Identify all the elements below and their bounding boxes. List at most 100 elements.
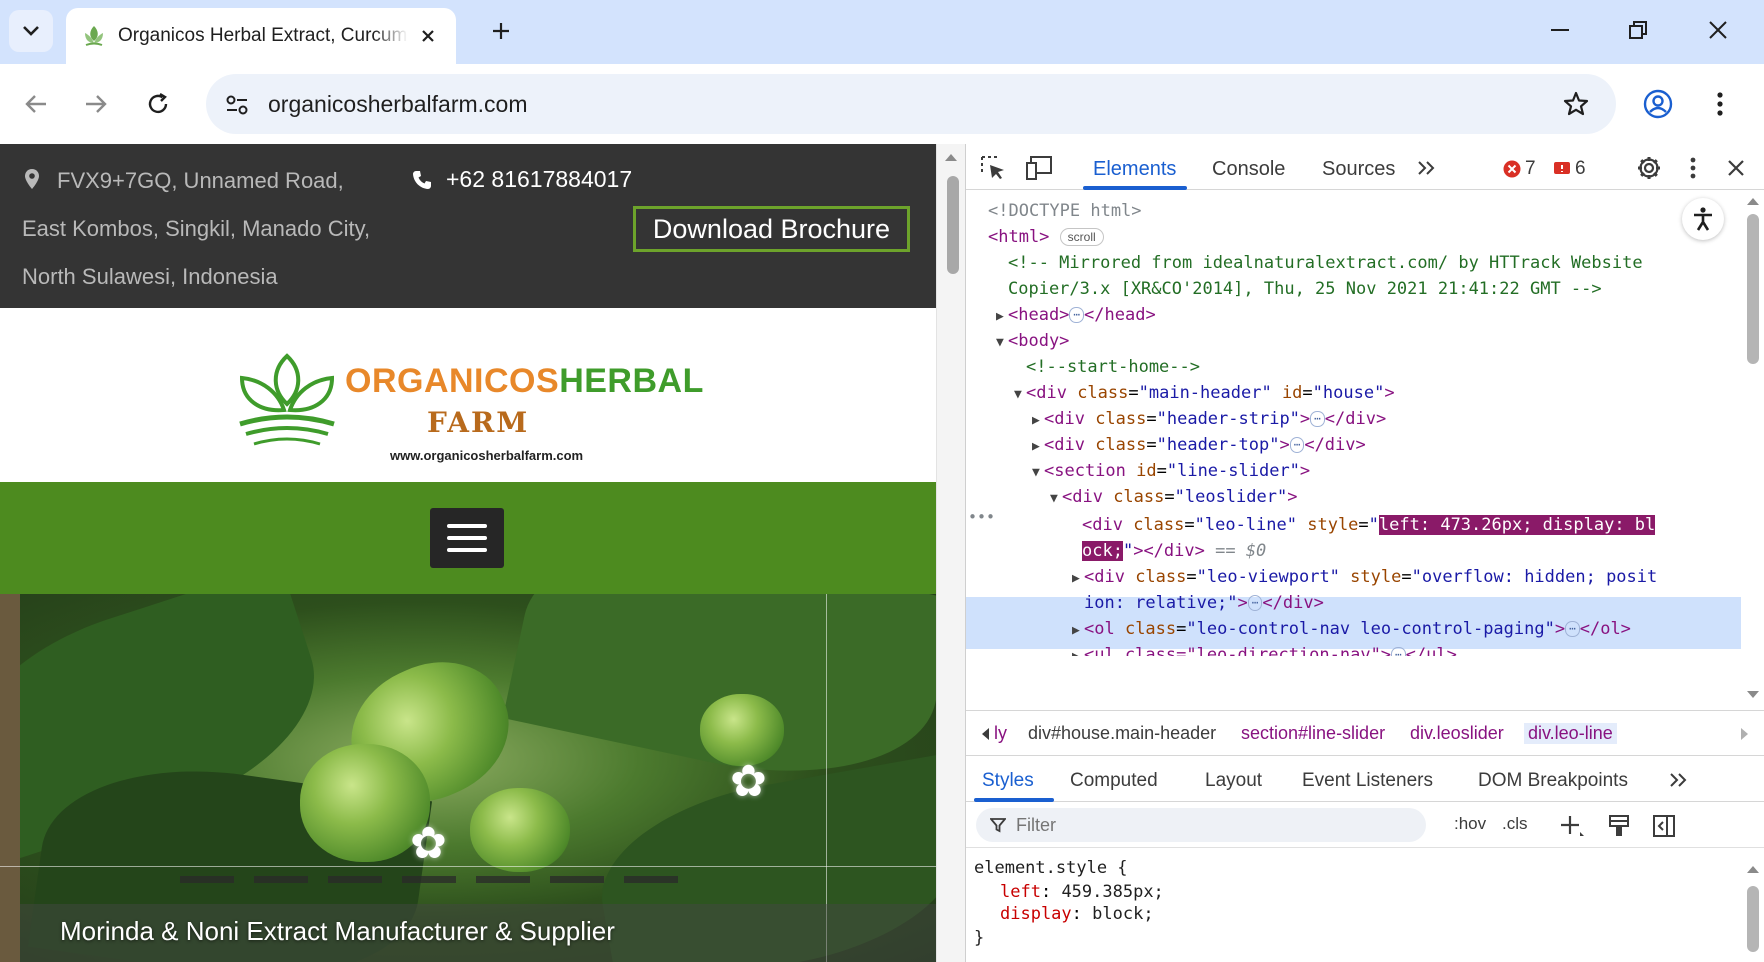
- issues-badge[interactable]: 6: [1553, 158, 1586, 180]
- breadcrumb-left-icon[interactable]: [980, 727, 990, 741]
- ellipsis-badge[interactable]: ⋯: [1069, 307, 1085, 323]
- phone-text[interactable]: +62 81617884017: [446, 166, 632, 193]
- node-actions-ellipsis[interactable]: •••: [968, 504, 995, 530]
- dom-header-strip-node[interactable]: ▶ <div class="header-strip"> ⋯ </div>: [1032, 406, 1386, 434]
- tab-close-icon[interactable]: [414, 22, 442, 50]
- reload-button[interactable]: [136, 82, 180, 126]
- expand-triangle-icon[interactable]: ▶: [996, 304, 1008, 330]
- dom-scroll-thumb[interactable]: [1747, 214, 1759, 364]
- device-toolbar-icon[interactable]: [1024, 153, 1054, 183]
- address-bar[interactable]: organicosherbalfarm.com: [206, 74, 1616, 134]
- close-window-button[interactable]: [1696, 10, 1740, 50]
- forward-button[interactable]: [74, 82, 118, 126]
- dom-header-top-node[interactable]: ▶ <div class="header-top"> ⋯ </div>: [1032, 432, 1366, 460]
- style-highlight[interactable]: left: 473.26px; display: bl: [1378, 515, 1656, 535]
- style-declaration[interactable]: left: 459.385px;: [1000, 880, 1164, 904]
- expand-triangle-icon[interactable]: ▶: [1072, 644, 1084, 656]
- url-text[interactable]: organicosherbalfarm.com: [268, 91, 528, 118]
- collapse-triangle-icon[interactable]: ▼: [1032, 460, 1044, 486]
- more-tabs-icon[interactable]: [1412, 153, 1442, 183]
- slider-dot[interactable]: [550, 876, 604, 883]
- paint-brush-icon[interactable]: [1608, 814, 1630, 838]
- expand-triangle-icon[interactable]: ▶: [1072, 618, 1084, 644]
- dom-head-node[interactable]: ▶ <head> ⋯ </head>: [996, 302, 1156, 330]
- inspect-element-icon[interactable]: [978, 153, 1008, 183]
- slider-dot[interactable]: [402, 876, 456, 883]
- slider-dot[interactable]: [254, 876, 308, 883]
- dom-leoslider-node[interactable]: ▼ <div class="leoslider">: [1050, 484, 1297, 512]
- ellipsis-badge[interactable]: ⋯: [1247, 595, 1263, 611]
- phone-number[interactable]: +62 81617884017: [412, 166, 632, 193]
- ellipsis-badge[interactable]: ⋯: [1565, 621, 1580, 637]
- scroll-down-icon[interactable]: [1746, 690, 1760, 700]
- dom-tree[interactable]: <!DOCTYPE html> <html> scroll <!-- Mirro…: [966, 190, 1741, 710]
- dom-html-node[interactable]: <html> scroll: [988, 224, 1104, 250]
- style-selector[interactable]: element.style {: [974, 856, 1128, 880]
- expand-triangle-icon[interactable]: ▶: [1032, 434, 1044, 460]
- tab-search-button[interactable]: [9, 10, 53, 52]
- devtools-settings-icon[interactable]: [1634, 153, 1664, 183]
- devtools-menu-icon[interactable]: [1678, 153, 1708, 183]
- dom-leo-line-node[interactable]: <div class="leo-line" style="left: 473.2…: [1082, 512, 1656, 538]
- breadcrumb-item[interactable]: ly: [994, 723, 1007, 744]
- dom-comment-line[interactable]: <!-- Mirrored from idealnaturalextract.c…: [1008, 250, 1643, 276]
- accessibility-tree-button[interactable]: [1682, 198, 1724, 240]
- page-scrollbar[interactable]: [936, 144, 965, 962]
- slider-dot[interactable]: [180, 876, 234, 883]
- dom-leo-line-cont[interactable]: ock;"></div> == $0: [1082, 538, 1266, 564]
- more-subtabs-icon[interactable]: [1669, 772, 1689, 788]
- breadcrumb-item[interactable]: div.leoslider: [1410, 723, 1504, 744]
- slider-dot[interactable]: [624, 876, 678, 883]
- hov-toggle[interactable]: :hov: [1454, 814, 1486, 834]
- collapse-triangle-icon[interactable]: ▼: [1014, 382, 1026, 408]
- style-declaration[interactable]: display: block;: [1000, 902, 1154, 926]
- slider-dot[interactable]: [328, 876, 382, 883]
- collapse-triangle-icon[interactable]: ▼: [996, 330, 1008, 356]
- profile-button[interactable]: [1636, 82, 1680, 126]
- scroll-up-icon[interactable]: [1746, 864, 1760, 874]
- dom-control-nav-node[interactable]: ▶ <ol class="leo-control-nav leo-control-…: [1072, 616, 1631, 644]
- ellipsis-badge[interactable]: ⋯: [1310, 411, 1325, 427]
- tab-elements[interactable]: Elements: [1093, 158, 1176, 181]
- hero-slider[interactable]: ✿ ✿ Morinda & Noni Extract Manufacturer …: [0, 594, 936, 962]
- collapse-triangle-icon[interactable]: ▼: [1050, 486, 1062, 512]
- slider-dot[interactable]: [476, 876, 530, 883]
- dom-scrollbar[interactable]: [1741, 190, 1764, 710]
- active-tab[interactable]: Organicos Herbal Extract, Curcuma: [66, 8, 456, 64]
- dom-leo-viewport-cont[interactable]: ion: relative;"> ⋯ </div>: [1084, 590, 1324, 616]
- browser-menu-button[interactable]: [1698, 82, 1742, 126]
- page-scroll-thumb[interactable]: [947, 176, 959, 274]
- styles-filter[interactable]: [976, 808, 1426, 842]
- tab-console[interactable]: Console: [1212, 158, 1285, 181]
- error-badge[interactable]: 7: [1503, 158, 1536, 180]
- hamburger-menu-button[interactable]: [430, 508, 504, 568]
- dom-main-header-node[interactable]: ▼ <div class="main-header" id="house">: [1014, 380, 1395, 408]
- dom-line-slider-node[interactable]: ▼ <section id="line-slider">: [1032, 458, 1310, 486]
- dom-comment-start-home[interactable]: <!--start-home-->: [1026, 354, 1200, 380]
- new-style-rule-icon[interactable]: [1560, 814, 1586, 838]
- minimize-button[interactable]: [1538, 10, 1582, 50]
- slider-pagination[interactable]: [180, 876, 678, 883]
- ellipsis-badge[interactable]: ⋯: [1391, 647, 1406, 656]
- styles-pane[interactable]: element.style { left: 459.385px; display…: [966, 848, 1741, 962]
- expand-triangle-icon[interactable]: ▶: [1032, 408, 1044, 434]
- dom-body-node[interactable]: ▼ <body>: [996, 328, 1069, 356]
- scroll-up-icon[interactable]: [1746, 196, 1760, 206]
- tab-dom-breakpoints[interactable]: DOM Breakpoints: [1478, 770, 1628, 792]
- tab-sources[interactable]: Sources: [1322, 158, 1395, 181]
- breadcrumb-item-current[interactable]: div.leo-line: [1524, 723, 1617, 744]
- tab-styles[interactable]: Styles: [982, 770, 1034, 792]
- filter-input[interactable]: [1016, 814, 1396, 836]
- styles-scrollbar[interactable]: [1741, 848, 1764, 962]
- tab-computed[interactable]: Computed: [1070, 770, 1158, 792]
- restore-button[interactable]: [1616, 10, 1660, 50]
- style-highlight[interactable]: ock;: [1082, 541, 1123, 561]
- breadcrumb-right-icon[interactable]: [1740, 727, 1750, 741]
- dom-direction-nav-node[interactable]: ▶<ul class="leo-direction-nav">⋯</ul>: [1072, 642, 1457, 656]
- scroll-badge[interactable]: scroll: [1059, 228, 1104, 246]
- dom-doctype[interactable]: <!DOCTYPE html>: [988, 198, 1142, 224]
- bookmark-star-icon[interactable]: [1558, 86, 1594, 122]
- tab-layout[interactable]: Layout: [1205, 770, 1262, 792]
- ellipsis-badge[interactable]: ⋯: [1289, 437, 1305, 453]
- logo-wordmark[interactable]: ORGANICOSHERBAL: [345, 362, 704, 401]
